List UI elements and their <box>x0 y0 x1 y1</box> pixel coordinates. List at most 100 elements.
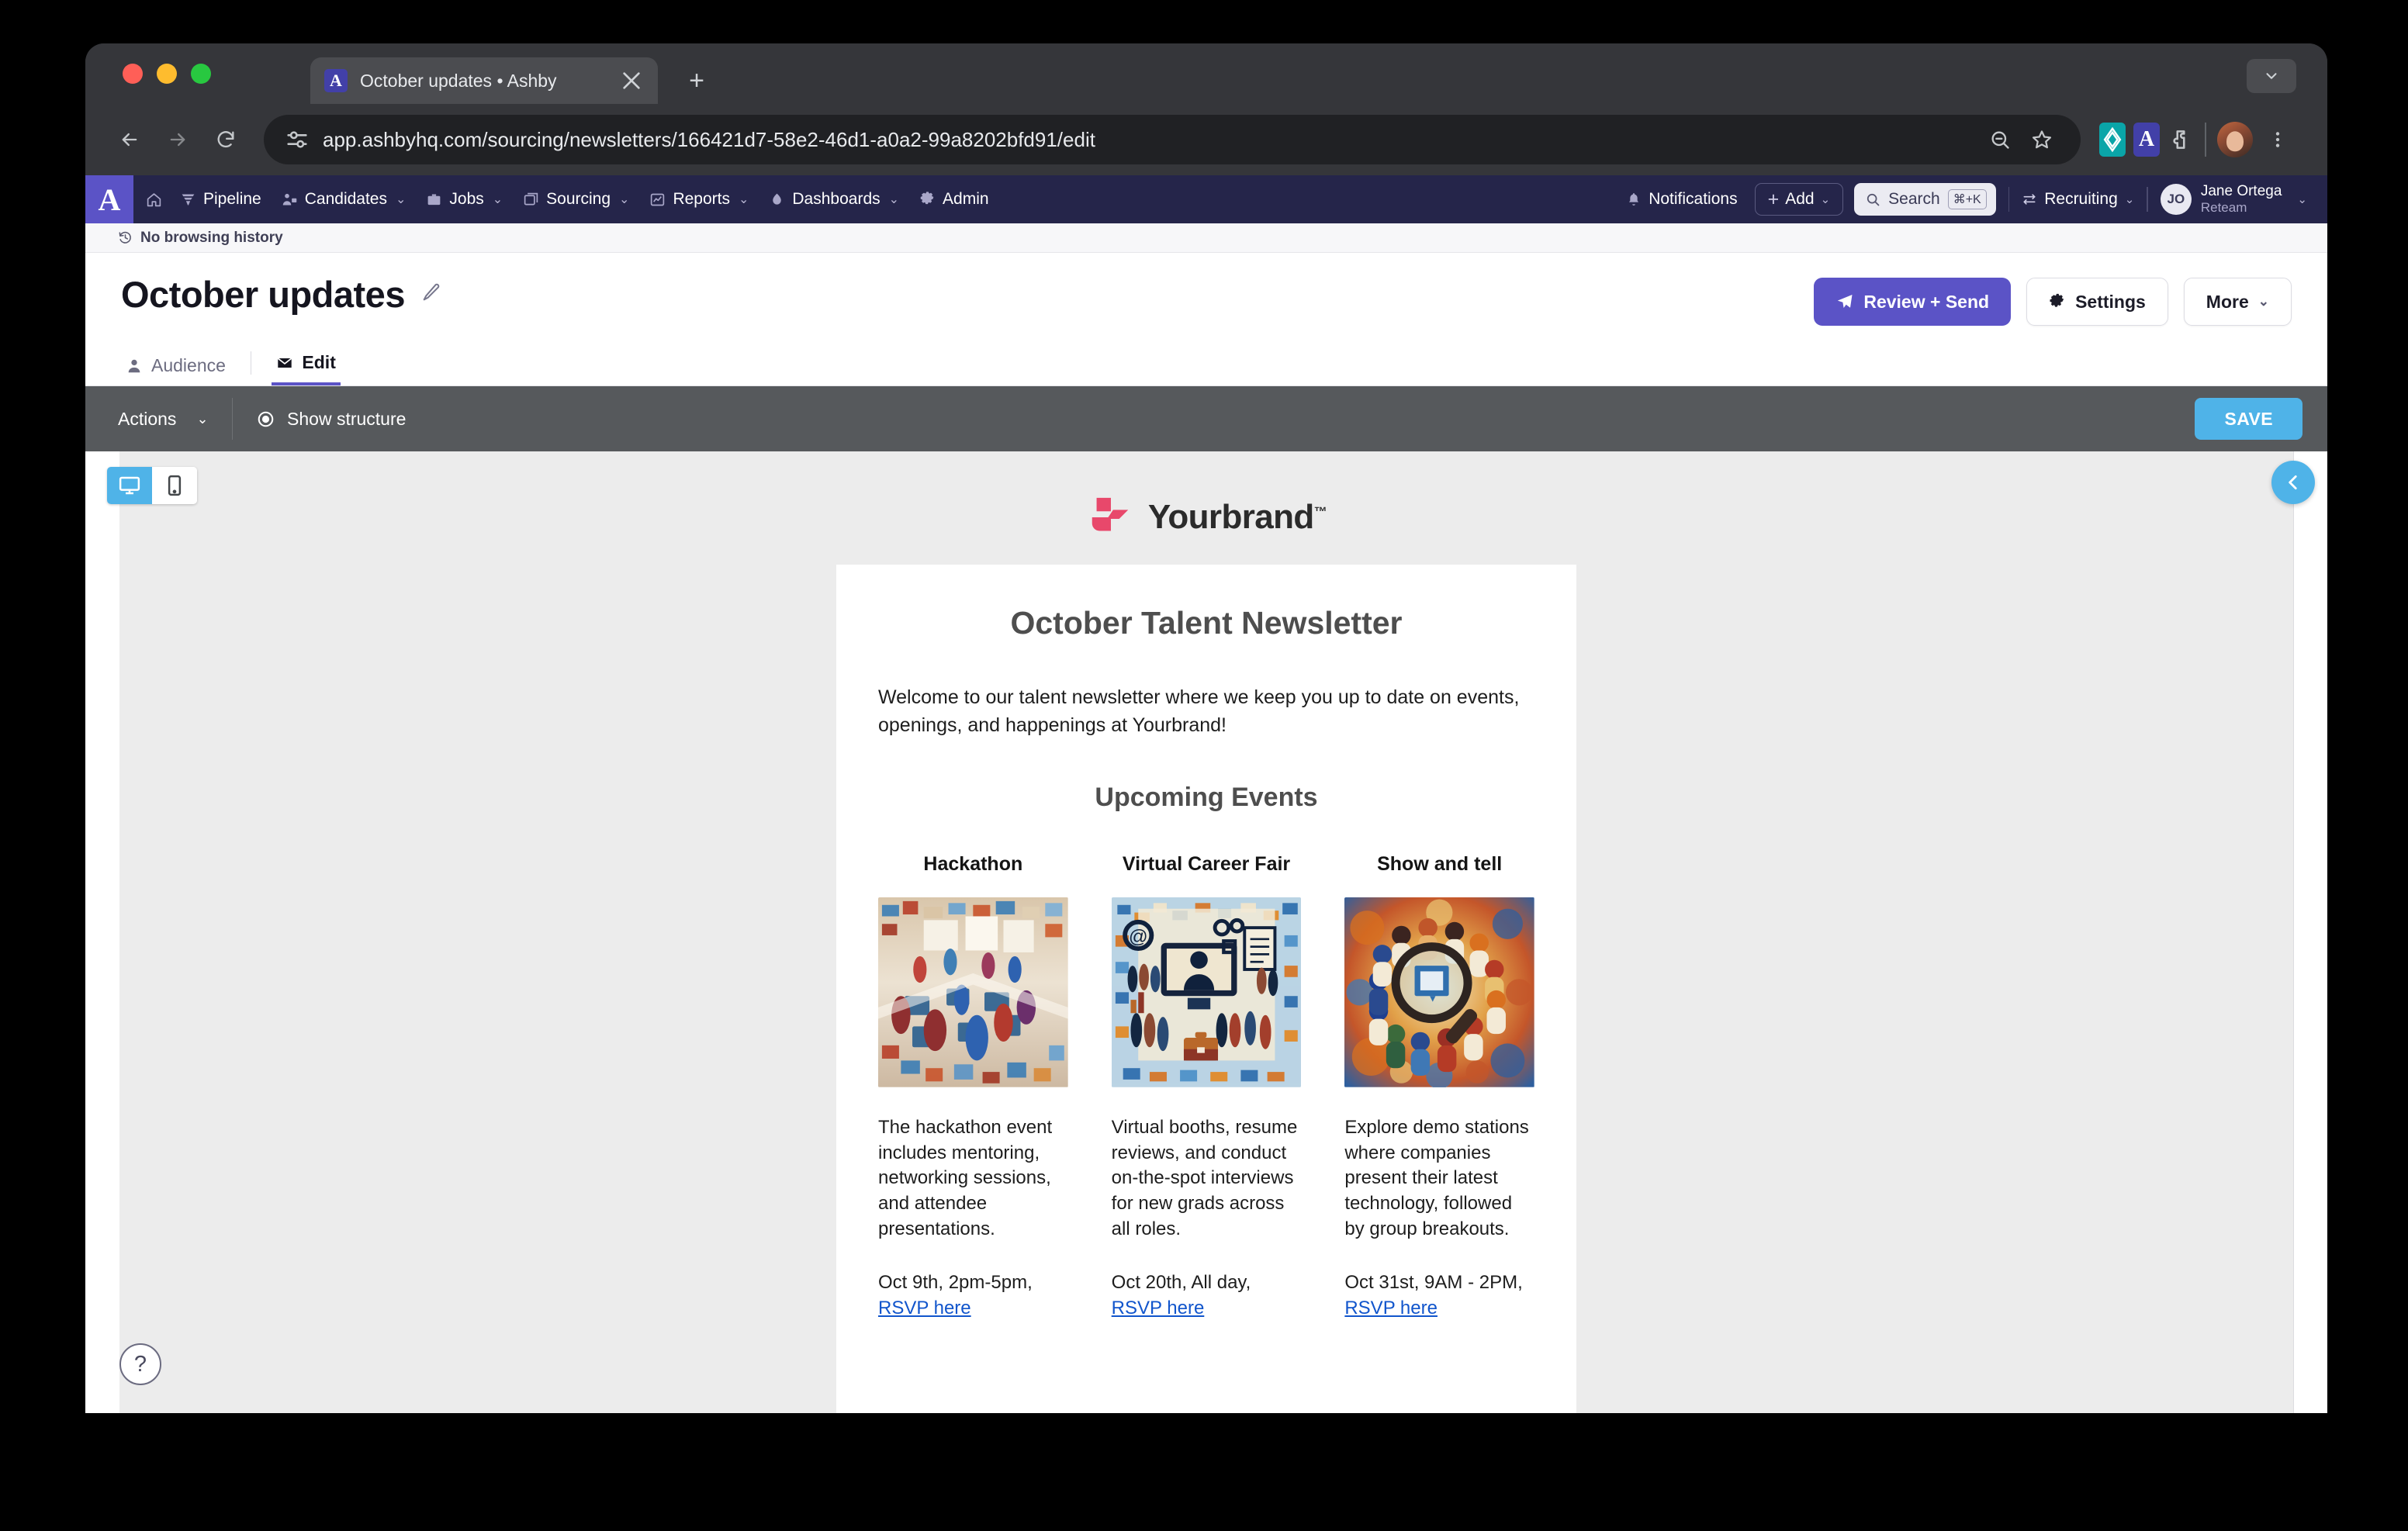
gear-icon <box>919 191 936 208</box>
add-label: Add <box>1785 190 1815 208</box>
close-window-button[interactable] <box>123 64 143 84</box>
history-text: No browsing history <box>140 229 283 246</box>
collapse-panel-button[interactable] <box>2271 461 2315 504</box>
maximize-window-button[interactable] <box>191 64 211 84</box>
event-name: Show and tell <box>1377 853 1503 875</box>
app-viewport: A Pipeline Candidates ⌄ Jobs ⌄ Sourcing … <box>85 175 2327 1413</box>
dashboard-icon <box>769 192 785 208</box>
actions-label: Actions <box>118 408 177 429</box>
nav-label-sourcing: Sourcing <box>546 190 611 208</box>
bookmark-star-icon[interactable] <box>2023 121 2060 158</box>
recruiting-label: Recruiting <box>2044 190 2118 208</box>
event-when: Oct 31st, 9AM - 2PM, RSVP here <box>1344 1270 1534 1322</box>
event-column: Virtual Career Fair @ Virtual booths, re… <box>1111 853 1302 1322</box>
recruiting-switcher[interactable]: Recruiting ⌄ <box>2022 190 2134 209</box>
browser-menu-icon[interactable] <box>2259 121 2296 158</box>
help-button[interactable]: ? <box>119 1343 161 1385</box>
home-icon <box>146 192 162 208</box>
page-title: October updates <box>121 274 405 315</box>
search-icon <box>1867 193 1880 206</box>
nav-label-pipeline: Pipeline <box>203 190 261 208</box>
search-label: Search <box>1888 190 1940 208</box>
nav-divider <box>2147 187 2148 212</box>
review-send-button[interactable]: Review + Send <box>1814 278 2012 326</box>
brand-name: Yourbrand™ <box>1148 498 1327 537</box>
save-button[interactable]: SAVE <box>2195 398 2302 440</box>
virtual-career-fair-illustration: @ <box>1111 897 1302 1087</box>
review-send-label: Review + Send <box>1863 291 1990 312</box>
event-description: Virtual booths, resume reviews, and cond… <box>1111 1116 1298 1240</box>
page-header-actions: Review + Send Settings More ⌄ <box>1814 278 2292 326</box>
settings-label: Settings <box>2075 291 2146 312</box>
sidebar-item-dashboards[interactable]: Dashboards ⌄ <box>759 175 909 223</box>
profile-avatar[interactable] <box>2217 122 2253 157</box>
newsletter-preview-area: Yourbrand™ October Talent Newsletter Wel… <box>85 451 2327 1413</box>
show-and-tell-illustration <box>1344 897 1535 1087</box>
ashby-extension-icon[interactable]: A <box>2133 123 2160 157</box>
brand-name-text: Yourbrand <box>1147 498 1314 536</box>
sidebar-item-reports[interactable]: Reports ⌄ <box>639 175 759 223</box>
sidebar-item-sourcing[interactable]: Sourcing ⌄ <box>513 175 639 223</box>
minimize-window-button[interactable] <box>157 64 177 84</box>
ashby-logo[interactable]: A <box>85 175 133 223</box>
site-settings-icon[interactable] <box>284 126 310 153</box>
reload-icon[interactable] <box>202 116 250 164</box>
zoom-out-icon[interactable] <box>1981 121 2019 158</box>
sidebar-item-jobs[interactable]: Jobs ⌄ <box>416 175 513 223</box>
tab-edit-label: Edit <box>302 352 336 372</box>
sidebar-item-pipeline[interactable]: Pipeline <box>170 175 272 223</box>
switch-arrows-icon <box>2023 194 2036 205</box>
notifications-button[interactable]: Notifications <box>1614 190 1749 209</box>
sidebar-item-admin[interactable]: Admin <box>909 175 999 223</box>
chevron-down-icon: ⌄ <box>2124 193 2135 206</box>
tab-search-chevron-icon[interactable] <box>2247 59 2296 93</box>
tab-audience-label: Audience <box>151 355 226 375</box>
newsletter-brand-logo: Yourbrand™ <box>85 493 2327 541</box>
newsletter-body[interactable]: October Talent Newsletter Welcome to our… <box>836 565 1576 1413</box>
svg-text:@: @ <box>1129 927 1148 948</box>
tab-audience[interactable]: Audience <box>121 355 230 385</box>
avatar: JO <box>2160 183 2192 215</box>
chevron-down-icon: ⌄ <box>888 193 900 206</box>
nav-label-reports: Reports <box>673 190 730 208</box>
user-menu[interactable]: JO Jane Ortega Reteam ⌄ <box>2160 183 2307 216</box>
address-bar[interactable]: app.ashbyhq.com/sourcing/newsletters/166… <box>264 115 2081 164</box>
event-name: Hackathon <box>923 853 1023 875</box>
browser-tab[interactable]: A October updates • Ashby <box>310 57 658 104</box>
user-org: Reteam <box>2200 200 2247 216</box>
forward-arrow-icon[interactable] <box>154 116 202 164</box>
show-structure-button[interactable]: Show structure <box>233 386 429 451</box>
chevron-down-icon: ⌄ <box>196 410 209 427</box>
toolbar-divider <box>2205 123 2206 157</box>
sidebar-item-candidates[interactable]: Candidates ⌄ <box>272 175 417 223</box>
events-grid: Hackathon The hackathon event includes m… <box>878 853 1535 1322</box>
nav-label-candidates: Candidates <box>304 190 387 208</box>
envelope-icon <box>278 357 292 368</box>
extension-icon[interactable] <box>2099 123 2126 157</box>
rsvp-link[interactable]: RSVP here <box>1112 1298 1205 1318</box>
rsvp-link[interactable]: RSVP here <box>878 1298 971 1318</box>
event-when: Oct 9th, 2pm-5pm, RSVP here <box>878 1270 1068 1322</box>
back-arrow-icon[interactable] <box>106 116 154 164</box>
search-button[interactable]: Search ⌘+K <box>1854 183 1996 216</box>
yourbrand-logo-icon <box>1092 497 1129 531</box>
event-date: Oct 9th, 2pm-5pm, <box>878 1272 1033 1294</box>
chevron-down-icon: ⌄ <box>2258 294 2269 309</box>
history-icon <box>119 231 131 244</box>
new-tab-button[interactable]: + <box>683 67 711 96</box>
add-button[interactable]: + Add ⌄ <box>1754 183 1844 216</box>
preview-right-rail <box>2293 451 2327 1413</box>
rsvp-link[interactable]: RSVP here <box>1344 1298 1438 1318</box>
event-date: Oct 31st, 9AM - 2PM, <box>1344 1272 1523 1294</box>
extensions-puzzle-icon[interactable] <box>2168 123 2194 157</box>
tab-edit[interactable]: Edit <box>272 352 341 385</box>
settings-button[interactable]: Settings <box>2026 278 2168 326</box>
browser-tab-title: October updates • Ashby <box>360 70 557 91</box>
event-when: Oct 20th, All day, RSVP here <box>1112 1270 1302 1322</box>
close-tab-icon[interactable] <box>619 68 644 93</box>
pencil-icon[interactable] <box>420 282 442 307</box>
nav-home[interactable] <box>133 175 170 223</box>
nav-label-jobs: Jobs <box>449 190 484 208</box>
actions-dropdown[interactable]: Actions ⌄ <box>85 386 232 451</box>
more-button[interactable]: More ⌄ <box>2183 278 2292 326</box>
